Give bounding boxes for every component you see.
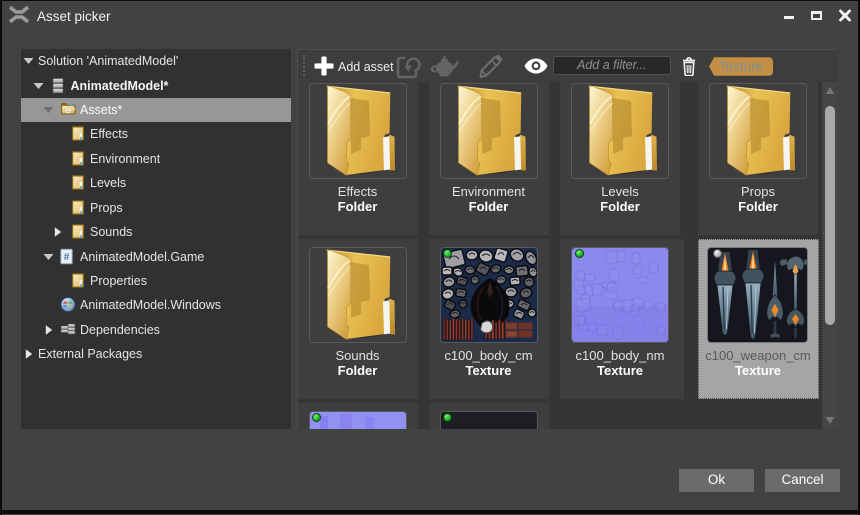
svg-text:Texture: Texture [719, 59, 763, 74]
svg-text:#: # [64, 252, 70, 263]
